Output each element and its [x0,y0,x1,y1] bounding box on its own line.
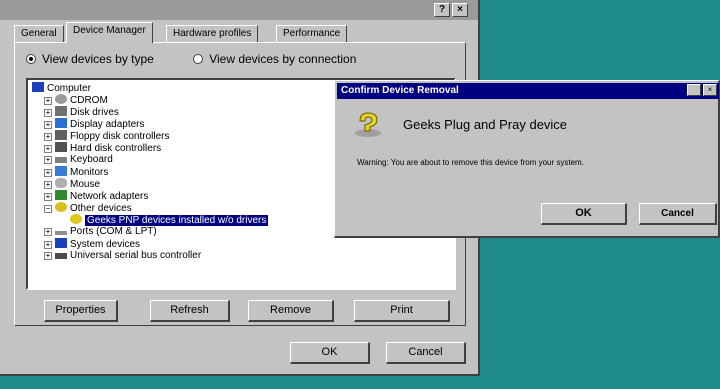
tree-item-cdrom[interactable]: + CDROM [44,94,108,106]
close-button[interactable]: × [452,3,468,17]
dialog-title[interactable]: Confirm Device Removal [337,83,719,99]
tree-item-label: Ports (COM & LPT) [70,226,157,237]
tree-item-computer[interactable]: Computer [32,82,91,94]
radio-icon [193,54,204,64]
tree-item-label: Network adapters [70,191,149,202]
tree-item-label: Hard disk controllers [70,143,162,154]
monitor-icon [55,166,67,176]
radio-selected-icon [26,54,36,64]
tree-item-label: CDROM [70,95,108,106]
cdrom-icon [55,94,67,104]
tab-general[interactable]: General [14,25,64,42]
tree-item-ports[interactable]: + Ports (COM & LPT) [44,226,157,238]
remove-button[interactable]: Remove [248,300,334,322]
tree-item-label: Display adapters [70,119,145,130]
refresh-button[interactable]: Refresh [150,300,230,322]
tree-item-usb-controller[interactable]: + Universal serial bus controller [44,250,201,262]
tree-item-other-devices[interactable]: − Other devices [44,202,132,214]
question-mark-icon [55,202,67,212]
tree-item-system-devices[interactable]: + System devices [44,238,140,250]
tree-item-display-adapters[interactable]: + Display adapters [44,118,144,130]
help-button[interactable]: ? [434,3,450,17]
expand-icon[interactable]: + [44,228,52,236]
tree-item-label: Geeks PNP devices installed w/o drivers [85,215,269,226]
view-by-type-radio[interactable]: View devices by type [26,52,154,66]
tree-item-label: Monitors [70,167,109,178]
tree-item-label: Disk drives [70,107,119,118]
expand-icon[interactable]: + [44,241,52,249]
tree-item-floppy-controllers[interactable]: + Floppy disk controllers [44,130,169,142]
usb-icon [55,253,67,259]
system-device-icon [55,238,67,248]
mouse-icon [55,178,67,188]
expand-icon[interactable]: + [44,97,52,105]
expand-icon[interactable]: + [44,156,52,164]
view-by-connection-label: View devices by connection [209,52,357,66]
port-icon [55,231,67,235]
ok-button[interactable]: OK [290,342,370,364]
floppy-icon [55,130,67,140]
expand-icon[interactable]: + [44,109,52,117]
view-by-type-label: View devices by type [42,52,154,66]
window-titlebar[interactable] [0,0,478,20]
tree-item-label: System devices [70,239,141,250]
dialog-help-icon[interactable] [687,84,701,96]
tree-item-label: Keyboard [70,154,113,165]
tree-item-disk-drives[interactable]: + Disk drives [44,106,119,118]
expand-icon[interactable]: + [44,252,52,260]
tree-item-network-adapters[interactable]: + Network adapters [44,190,148,202]
network-adapter-icon [55,190,67,200]
dialog-ok-button[interactable]: OK [541,203,627,225]
computer-icon [32,82,44,92]
tree-item-keyboard[interactable]: + Keyboard [44,154,113,166]
expand-icon[interactable]: + [44,169,52,177]
tab-hardware-profiles[interactable]: Hardware profiles [166,25,259,42]
collapse-icon[interactable]: − [44,205,52,213]
warning-text: Warning: You are about to remove this de… [357,158,584,167]
tree-item-label: Computer [47,83,91,94]
tree-item-label: Other devices [70,203,132,214]
view-options: View devices by type View devices by con… [26,52,356,66]
expand-icon[interactable]: + [44,181,52,189]
tree-item-label: Floppy disk controllers [70,131,170,142]
question-mark-icon [70,214,82,224]
question-mark-icon [355,112,381,137]
print-button[interactable]: Print [354,300,450,322]
tab-performance[interactable]: Performance [276,25,348,42]
tree-item-label: Universal serial bus controller [70,250,202,261]
tree-item-geeks-pnp-device[interactable]: Geeks PNP devices installed w/o drivers [70,214,269,226]
tab-device-manager[interactable]: Device Manager [66,22,153,43]
expand-icon[interactable]: + [44,145,52,153]
tree-item-label: Mouse [70,179,101,190]
disk-drive-icon [55,106,67,116]
expand-icon[interactable]: + [44,193,52,201]
device-name-label: Geeks Plug and Pray device [403,117,568,132]
expand-icon[interactable]: + [44,121,52,129]
expand-icon[interactable]: + [44,133,52,141]
view-by-connection-radio[interactable]: View devices by connection [193,52,356,66]
hard-disk-icon [55,142,67,152]
tree-item-hard-disk-controllers[interactable]: + Hard disk controllers [44,142,161,154]
keyboard-icon [55,157,67,163]
confirm-device-removal-dialog: Confirm Device Removal × Geeks Plug and … [334,80,720,238]
tree-item-monitors[interactable]: + Monitors [44,166,108,178]
display-adapter-icon [55,118,67,128]
dialog-close-button[interactable]: × [703,84,717,96]
tree-item-mouse[interactable]: + Mouse [44,178,100,190]
dialog-cancel-button[interactable]: Cancel [639,203,717,225]
cancel-button[interactable]: Cancel [386,342,466,364]
properties-button[interactable]: Properties [44,300,118,322]
